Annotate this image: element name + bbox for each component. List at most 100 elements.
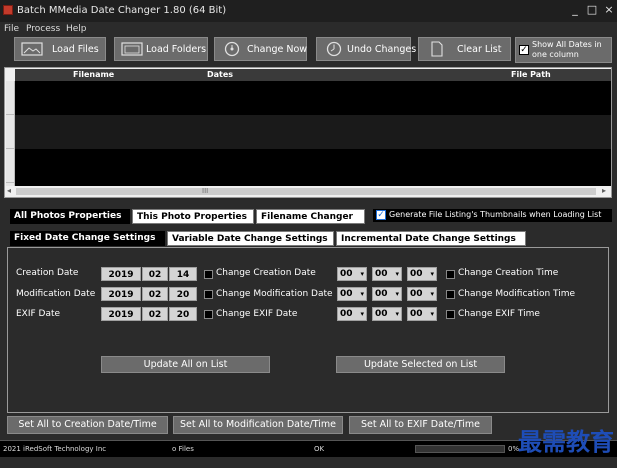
dropdown-arrow-icon: ▾ <box>430 290 434 298</box>
scroll-right-arrow-icon[interactable]: ▸ <box>602 186 606 195</box>
menu-bar: File Process Help <box>0 22 617 36</box>
update-all-on-list-button[interactable]: Update All on List <box>101 356 270 373</box>
clear-list-label: Clear List <box>457 44 502 55</box>
row-header-strip <box>6 81 15 186</box>
show-all-dates-checkbox[interactable]: ✓ <box>519 45 529 55</box>
column-header-file-path[interactable]: File Path <box>511 70 551 79</box>
scrollbar-grip: III <box>202 187 209 195</box>
generate-thumbnails-checkbox[interactable]: ✓ <box>376 210 386 220</box>
status-copyright: 2021 iRedSoft Technology Inc <box>3 445 107 453</box>
dropdown-arrow-icon: ▾ <box>430 310 434 318</box>
menu-process[interactable]: Process <box>26 24 60 34</box>
exif-month-field[interactable]: 02 <box>142 307 168 321</box>
app-icon <box>3 5 13 15</box>
folder-image-icon <box>121 42 143 56</box>
load-folders-label: Load Folders <box>146 44 207 55</box>
app-window: Batch MMedia Date Changer 1.80 (64 Bit) … <box>0 0 617 468</box>
maximize-button[interactable]: □ <box>583 3 601 17</box>
undo-changes-button[interactable]: Undo Changes <box>316 37 416 61</box>
modification-minute-select[interactable]: 00 ▾ <box>372 287 402 301</box>
change-exif-date-checkbox[interactable] <box>204 310 213 319</box>
undo-changes-label: Undo Changes <box>347 44 417 55</box>
set-all-modification-button[interactable]: Set All to Modification Date/Time <box>173 416 343 434</box>
modification-month-field[interactable]: 02 <box>142 287 168 301</box>
dropdown-arrow-icon: ▾ <box>360 310 364 318</box>
clear-list-button[interactable]: Clear List <box>418 37 511 61</box>
creation-year-field[interactable]: 2019 <box>101 267 141 281</box>
exif-year-field[interactable]: 2019 <box>101 307 141 321</box>
progress-bar <box>415 445 505 453</box>
exif-date-label: EXIF Date <box>16 309 61 319</box>
load-files-button[interactable]: Load Files <box>14 37 106 61</box>
change-creation-date-label: Change Creation Date <box>216 268 316 278</box>
tab-incremental-date-change-settings[interactable]: Incremental Date Change Settings <box>336 231 526 246</box>
clock-change-icon <box>224 41 240 57</box>
column-header-dates[interactable]: Dates <box>207 70 233 79</box>
creation-date-label: Creation Date <box>16 268 79 278</box>
change-modification-time-label: Change Modification Time <box>458 289 576 299</box>
tab-variable-date-change-settings[interactable]: Variable Date Change Settings <box>167 231 334 246</box>
change-exif-time-label: Change EXIF Time <box>458 309 540 319</box>
creation-minute-select[interactable]: 00 ▾ <box>372 267 402 281</box>
blank-page-icon <box>431 41 443 57</box>
file-list[interactable]: Filename Dates File Path ◂ III ▸ <box>4 67 612 198</box>
creation-hour-select[interactable]: 00 ▾ <box>337 267 367 281</box>
clock-undo-icon <box>326 41 342 57</box>
modification-second-select[interactable]: 00 ▾ <box>407 287 437 301</box>
set-all-creation-button[interactable]: Set All to Creation Date/Time <box>7 416 168 434</box>
modification-year-field[interactable]: 2019 <box>101 287 141 301</box>
creation-second-select[interactable]: 00 ▾ <box>407 267 437 281</box>
change-creation-time-label: Change Creation Time <box>458 268 559 278</box>
horizontal-scrollbar[interactable]: ◂ III ▸ <box>6 186 611 197</box>
dropdown-arrow-icon: ▾ <box>395 270 399 278</box>
change-now-label: Change Now <box>247 44 308 55</box>
set-all-exif-button[interactable]: Set All to EXIF Date/Time <box>349 416 492 434</box>
exif-minute-select[interactable]: 00 ▾ <box>372 307 402 321</box>
tab-fixed-date-change-settings[interactable]: Fixed Date Change Settings <box>10 231 165 246</box>
change-creation-time-checkbox[interactable] <box>446 270 455 279</box>
grid-header: Filename Dates File Path <box>15 69 611 81</box>
status-state: OK <box>314 445 325 453</box>
generate-thumbnails-label: Generate File Listing's Thumbnails when … <box>389 210 602 219</box>
show-all-dates-toggle[interactable]: ✓ Show All Dates in one column <box>515 37 612 63</box>
modification-hour-select[interactable]: 00 ▾ <box>337 287 367 301</box>
menu-help[interactable]: Help <box>66 24 87 34</box>
creation-month-field[interactable]: 02 <box>142 267 168 281</box>
grid-body[interactable] <box>15 81 611 186</box>
exif-second-select[interactable]: 00 ▾ <box>407 307 437 321</box>
generate-thumbnails-toggle[interactable]: ✓ Generate File Listing's Thumbnails whe… <box>373 209 612 222</box>
change-modification-date-checkbox[interactable] <box>204 290 213 299</box>
load-folders-button[interactable]: Load Folders <box>114 37 208 61</box>
dropdown-arrow-icon: ▾ <box>430 270 434 278</box>
load-files-label: Load Files <box>52 44 99 55</box>
modification-date-label: Modification Date <box>16 289 96 299</box>
dropdown-arrow-icon: ▾ <box>395 310 399 318</box>
update-selected-on-list-button[interactable]: Update Selected on List <box>336 356 505 373</box>
tab-all-photos-properties[interactable]: All Photos Properties <box>10 209 130 224</box>
menu-file[interactable]: File <box>4 24 19 34</box>
creation-day-field[interactable]: 14 <box>169 267 197 281</box>
scrollbar-thumb[interactable] <box>16 188 596 195</box>
dropdown-arrow-icon: ▾ <box>360 290 364 298</box>
dropdown-arrow-icon: ▾ <box>360 270 364 278</box>
close-button[interactable]: × <box>600 3 618 17</box>
show-all-dates-label: Show All Dates in one column <box>532 40 602 59</box>
change-modification-date-label: Change Modification Date <box>216 289 333 299</box>
column-header-filename[interactable]: Filename <box>73 70 114 79</box>
dropdown-arrow-icon: ▾ <box>395 290 399 298</box>
exif-hour-select[interactable]: 00 ▾ <box>337 307 367 321</box>
exif-day-field[interactable]: 20 <box>169 307 197 321</box>
minimize-button[interactable]: _ <box>566 3 584 17</box>
change-exif-time-checkbox[interactable] <box>446 310 455 319</box>
tab-this-photo-properties[interactable]: This Photo Properties <box>132 209 254 224</box>
watermark-logo: 最需教育 <box>518 428 614 456</box>
change-now-button[interactable]: Change Now <box>214 37 307 61</box>
change-creation-date-checkbox[interactable] <box>204 270 213 279</box>
change-modification-time-checkbox[interactable] <box>446 290 455 299</box>
scroll-left-arrow-icon[interactable]: ◂ <box>7 186 11 195</box>
tab-filename-changer[interactable]: Filename Changer <box>256 209 365 224</box>
window-title: Batch MMedia Date Changer 1.80 (64 Bit) <box>17 5 227 16</box>
modification-day-field[interactable]: 20 <box>169 287 197 301</box>
image-icon <box>21 42 43 56</box>
fixed-date-settings-panel: Creation Date 2019 02 14 Change Creation… <box>7 247 609 413</box>
